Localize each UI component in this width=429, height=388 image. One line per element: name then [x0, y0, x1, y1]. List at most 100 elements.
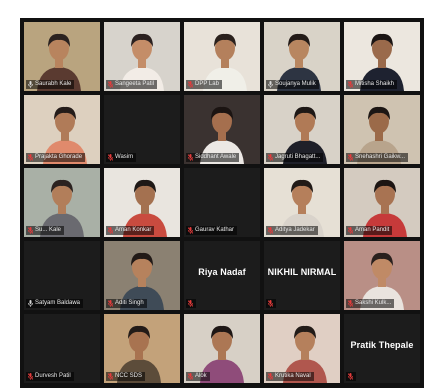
participant-name-label: NCC SDS: [115, 373, 143, 379]
participant-tile[interactable]: Gaurav Kathar: [184, 168, 260, 237]
mic-muted-icon: [188, 81, 193, 88]
mic-muted-icon: [108, 81, 113, 88]
participant-display-name: Pratik Thepale: [350, 340, 414, 350]
participant-tile[interactable]: NIKHIL NIRMAL: [264, 241, 340, 310]
participant-name-tag: Sangeeta Patil: [106, 80, 158, 89]
participant-name-label: Snehashri Gaikw...: [355, 154, 406, 160]
participant-tile[interactable]: Aditi Singh: [104, 241, 180, 310]
mic-muted-icon: [108, 227, 113, 234]
participant-tile[interactable]: Su... Kale: [24, 168, 100, 237]
participant-tile[interactable]: Mitisha Shaikh: [344, 22, 420, 91]
participant-tile[interactable]: Riya Nadaf: [184, 241, 260, 310]
mic-muted-icon: [108, 373, 113, 380]
participant-name-label: Siddhant Awale: [195, 154, 237, 160]
mic-muted-icon: [188, 154, 193, 161]
participant-name-tag: Soujanya Mulik: [266, 80, 319, 89]
participant-tile[interactable]: Jagruti Bhagatt...: [264, 95, 340, 164]
participant-tile[interactable]: Snehashri Gaikw...: [344, 95, 420, 164]
mic-muted-icon: [28, 227, 33, 234]
participant-tile[interactable]: Durvesh Patil: [24, 314, 100, 383]
participant-tile[interactable]: DPP Lab: [184, 22, 260, 91]
mic-muted-icon: [268, 300, 273, 307]
participant-tile[interactable]: Aditya Jadekar: [264, 168, 340, 237]
participant-tile[interactable]: Wasim: [104, 95, 180, 164]
participant-name-label: Soujanya Mulik: [275, 81, 316, 87]
participant-name-label: Krutika Naval: [275, 373, 311, 379]
mic-muted-icon: [188, 227, 193, 234]
mic-muted-icon: [268, 373, 273, 380]
participant-name-label: Mitisha Shaikh: [355, 81, 395, 87]
participant-name-label: Wasim: [115, 154, 134, 160]
participant-tile[interactable]: Aman Konkar: [104, 168, 180, 237]
participant-tile[interactable]: NCC SDS: [104, 314, 180, 383]
participant-name-tag: [346, 372, 356, 381]
participant-name-tag: Aman Konkar: [106, 226, 155, 235]
participant-name-label: Sangeeta Patil: [115, 81, 155, 87]
participant-name-tag: Alok: [186, 372, 210, 381]
participant-name-label: Satyam Baldawa: [35, 300, 81, 306]
mic-muted-icon: [348, 373, 353, 380]
mic-muted-icon: [348, 300, 353, 307]
participant-name-tag: [186, 299, 196, 308]
participant-name-label: Aman Konkar: [115, 227, 152, 233]
participant-tile[interactable]: Alok: [184, 314, 260, 383]
mic-muted-icon: [28, 154, 33, 161]
mic-icon: [268, 81, 273, 88]
gallery-grid: Saurabh Kale Sangeeta Patil DPP Lab Soujany…: [24, 22, 420, 383]
participant-name-label: Prajakta Ghorade: [35, 154, 83, 160]
participant-tile[interactable]: Pratik Thepale: [344, 314, 420, 383]
participant-name-label: Alok: [195, 373, 207, 379]
participant-name-tag: NCC SDS: [106, 372, 146, 381]
participant-name-tag: Satyam Baldawa: [26, 299, 84, 308]
participant-name-tag: [266, 299, 276, 308]
mic-muted-icon: [348, 81, 353, 88]
participant-name-tag: Wasim: [106, 153, 137, 162]
participant-tile[interactable]: Sakshi Kulk...: [344, 241, 420, 310]
participant-name-tag: Aditya Jadekar: [266, 226, 318, 235]
participant-tile[interactable]: Krutika Naval: [264, 314, 340, 383]
participant-name-label: DPP Lab: [195, 81, 219, 87]
participant-tile[interactable]: Satyam Baldawa: [24, 241, 100, 310]
mic-muted-icon: [348, 227, 353, 234]
participant-name-label: Durvesh Patil: [35, 373, 71, 379]
mic-muted-icon: [108, 300, 113, 307]
participant-tile[interactable]: Sangeeta Patil: [104, 22, 180, 91]
participant-display-name: Riya Nadaf: [198, 267, 246, 277]
mic-muted-icon: [108, 154, 113, 161]
participant-name-label: Aditya Jadekar: [275, 227, 315, 233]
participant-name-tag: Snehashri Gaikw...: [346, 153, 409, 162]
participant-tile[interactable]: Saurabh Kale: [24, 22, 100, 91]
participant-name-label: Su... Kale: [35, 227, 62, 233]
participant-name-tag: Aman Pandit: [346, 226, 393, 235]
participant-name-tag: Su... Kale: [26, 226, 65, 235]
participant-name-tag: Durvesh Patil: [26, 372, 74, 381]
mic-muted-icon: [268, 154, 273, 161]
participant-name-label: Saurabh Kale: [35, 81, 72, 87]
participant-name-tag: Krutika Naval: [266, 372, 314, 381]
mic-icon: [28, 81, 33, 88]
participant-name-label: Jagruti Bhagatt...: [275, 154, 321, 160]
participant-name-tag: Gaurav Kathar: [186, 226, 238, 235]
mic-muted-icon: [28, 373, 33, 380]
participant-name-label: Aditi Singh: [115, 300, 144, 306]
participant-tile[interactable]: Siddhant Awale: [184, 95, 260, 164]
participant-tile[interactable]: Aman Pandit: [344, 168, 420, 237]
participant-name-tag: Sakshi Kulk...: [346, 299, 395, 308]
mic-muted-icon: [348, 154, 353, 161]
participant-name-label: Aman Pandit: [355, 227, 390, 233]
video-gallery-frame: Saurabh Kale Sangeeta Patil DPP Lab Soujany…: [20, 18, 424, 388]
participant-tile[interactable]: Soujanya Mulik: [264, 22, 340, 91]
participant-tile[interactable]: Prajakta Ghorade: [24, 95, 100, 164]
participant-name-tag: Mitisha Shaikh: [346, 80, 398, 89]
mic-muted-icon: [268, 227, 273, 234]
participant-name-label: Gaurav Kathar: [195, 227, 235, 233]
participant-name-tag: Siddhant Awale: [186, 153, 240, 162]
participant-display-name: NIKHIL NIRMAL: [267, 267, 337, 277]
participant-name-tag: DPP Lab: [186, 80, 222, 89]
participant-name-tag: Saurabh Kale: [26, 80, 75, 89]
mic-muted-icon: [188, 300, 193, 307]
mic-muted-icon: [188, 373, 193, 380]
participant-name-tag: Aditi Singh: [106, 299, 147, 308]
mic-icon: [28, 300, 33, 307]
participant-name-tag: Prajakta Ghorade: [26, 153, 86, 162]
